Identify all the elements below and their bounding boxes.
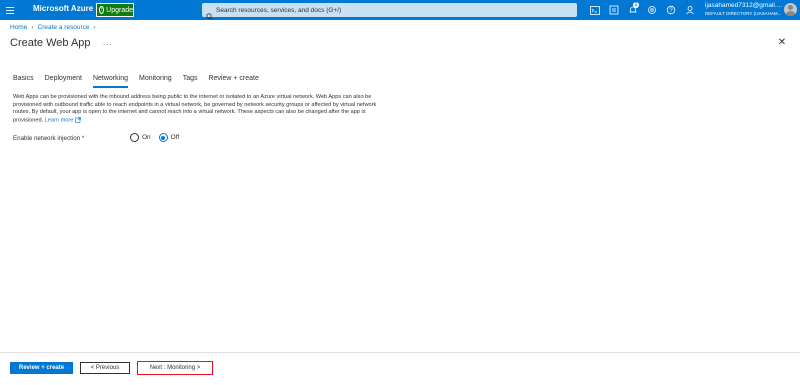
radio-off[interactable]: Off xyxy=(158,133,180,142)
next-monitoring-button[interactable]: Next : Monitoring > xyxy=(137,361,213,375)
radio-on-circle[interactable] xyxy=(130,133,139,142)
external-link-icon xyxy=(75,116,81,123)
breadcrumb-separator-icon: › xyxy=(93,24,96,31)
directory-filter-icon[interactable] xyxy=(607,3,621,17)
tab-monitoring[interactable]: Monitoring xyxy=(139,74,172,88)
notifications-icon[interactable]: 1 xyxy=(626,2,640,17)
review-create-button[interactable]: Review + create xyxy=(10,362,73,374)
tab-deployment[interactable]: Deployment xyxy=(45,74,82,88)
settings-gear-icon[interactable] xyxy=(645,3,659,17)
learn-more-link[interactable]: Learn more xyxy=(45,117,74,123)
tab-tags[interactable]: Tags xyxy=(183,74,198,88)
top-bar: Microsoft Azure ↑ Upgrade 1 ? ijasaham xyxy=(0,0,800,20)
breadcrumb-separator-icon: › xyxy=(31,24,34,31)
tab-bar: Basics Deployment Networking Monitoring … xyxy=(13,74,270,88)
breadcrumb: Home › Create a resource › xyxy=(10,24,96,31)
help-icon[interactable]: ? xyxy=(664,3,678,17)
breadcrumb-create-resource[interactable]: Create a resource xyxy=(38,24,90,31)
radio-on-label: On xyxy=(142,134,151,141)
tab-review-create[interactable]: Review + create xyxy=(208,74,258,88)
breadcrumb-home[interactable]: Home xyxy=(10,24,27,31)
radio-on[interactable]: On xyxy=(130,133,151,142)
search-box[interactable] xyxy=(202,3,577,20)
previous-button[interactable]: < Previous xyxy=(80,362,130,374)
page-title: Create Web App xyxy=(10,37,91,49)
network-injection-radio-group: On Off xyxy=(130,133,179,142)
notification-badge: 1 xyxy=(633,2,639,8)
user-name: ijasahamed7312@gmail.... xyxy=(705,2,783,9)
search-icon xyxy=(206,7,213,20)
more-options-icon[interactable]: ... xyxy=(103,38,113,47)
close-icon[interactable]: ✕ xyxy=(777,38,787,48)
radio-off-label: Off xyxy=(170,134,180,141)
networking-description: Web Apps can be provisioned with the inb… xyxy=(13,94,393,125)
brand-name[interactable]: Microsoft Azure xyxy=(33,4,93,13)
tab-basics[interactable]: Basics xyxy=(13,74,34,88)
upgrade-button[interactable]: ↑ Upgrade xyxy=(96,3,134,17)
cloud-shell-icon[interactable] xyxy=(588,3,602,17)
top-bar-icons: 1 ? xyxy=(588,2,697,17)
tab-networking[interactable]: Networking xyxy=(92,74,129,88)
network-injection-label: Enable network injection * xyxy=(13,135,85,142)
footer-divider xyxy=(0,352,800,353)
feedback-icon[interactable] xyxy=(683,3,697,17)
hamburger-menu-icon[interactable] xyxy=(6,4,16,16)
search-input[interactable] xyxy=(216,6,516,14)
upgrade-icon: ↑ xyxy=(99,6,105,14)
user-directory: DEFAULT DIRECTORY (IJASAHAM... xyxy=(705,11,782,16)
radio-off-circle[interactable] xyxy=(158,133,168,142)
avatar[interactable] xyxy=(784,3,797,16)
account-info[interactable]: ijasahamed7312@gmail.... DEFAULT DIRECTO… xyxy=(705,2,783,17)
upgrade-label: Upgrade xyxy=(106,6,133,14)
